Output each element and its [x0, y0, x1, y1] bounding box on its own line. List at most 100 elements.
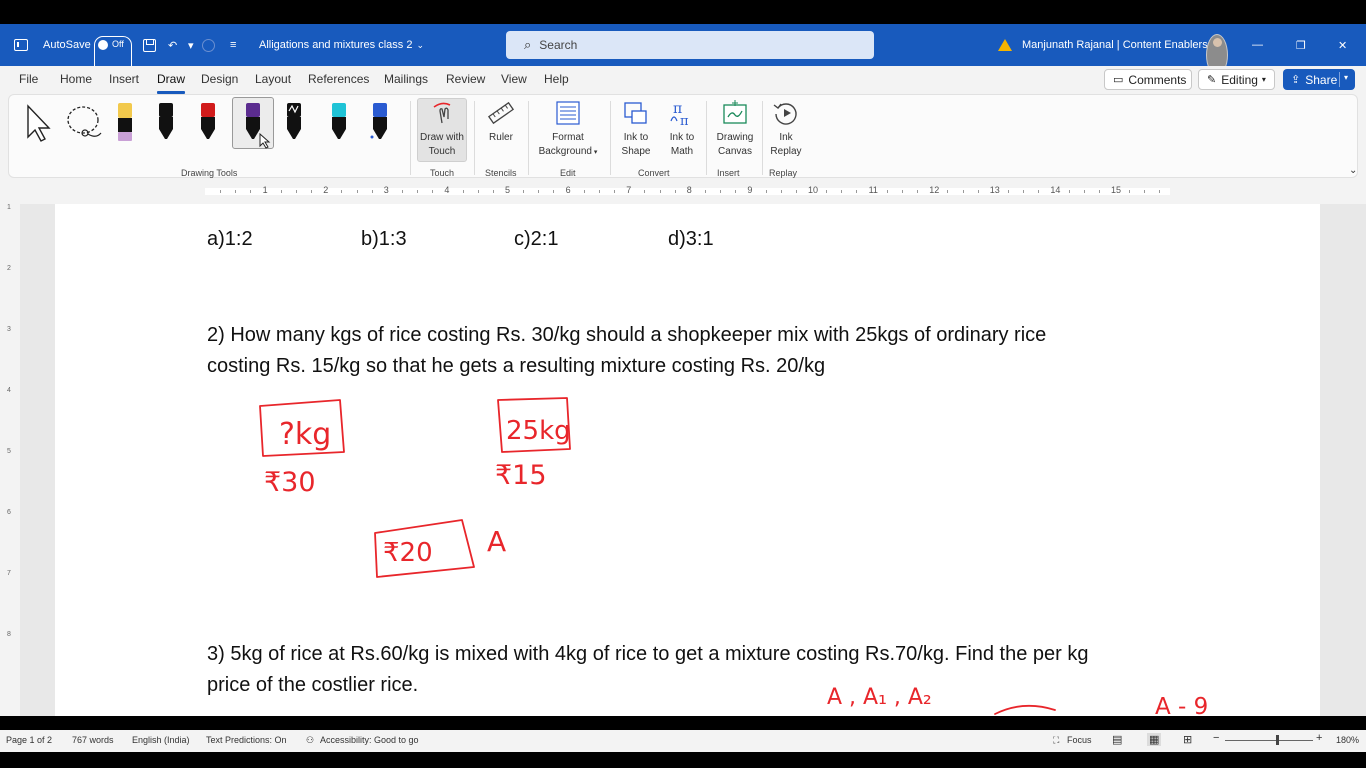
search-box[interactable]: ⌕ Search: [506, 31, 874, 59]
document-title[interactable]: Alligations and mixtures class 2 ⌄: [259, 24, 424, 66]
restore-icon[interactable]: ❐: [1296, 24, 1306, 66]
pen-black-icon[interactable]: [155, 101, 177, 143]
save-icon[interactable]: [143, 24, 159, 66]
ruler-tick: [1159, 190, 1161, 193]
ribbon: Drawing Tools Draw with Touch Touch Rule…: [0, 94, 1366, 180]
ruler-tick: [659, 190, 661, 193]
ink-replay-label-1: Ink: [779, 132, 793, 143]
undo-dropdown-icon[interactable]: ▾: [188, 24, 194, 66]
warning-icon[interactable]: [998, 24, 1014, 66]
ruler-tick: [553, 190, 555, 193]
ruler-tick: [583, 190, 585, 193]
tab-file[interactable]: File: [19, 72, 38, 86]
lasso-select-icon[interactable]: [63, 103, 103, 143]
tab-references[interactable]: References: [308, 72, 369, 86]
ink-replay-label-2: Replay: [770, 146, 802, 157]
tab-view[interactable]: View: [501, 72, 527, 86]
chevron-down-icon[interactable]: ▾: [1344, 73, 1348, 82]
ruler-tick: [720, 190, 722, 193]
tab-layout[interactable]: Layout: [255, 72, 291, 86]
tab-help[interactable]: Help: [544, 72, 569, 86]
pen-cyan-icon[interactable]: [325, 101, 353, 143]
ruler-tick: [780, 190, 782, 193]
ink-replay-button[interactable]: Ink Replay: [766, 99, 806, 159]
ruler-button[interactable]: Ruler: [481, 99, 521, 145]
text-predictions[interactable]: Text Predictions: On: [206, 735, 287, 745]
minimize-icon[interactable]: —: [1252, 24, 1263, 66]
ink-25kg: 25kg: [506, 416, 571, 446]
ink-to-shape-label-2: Shape: [621, 146, 651, 157]
ink-letter-a: A: [487, 525, 506, 558]
ruler-tick: [977, 190, 979, 193]
language[interactable]: English (India): [132, 735, 190, 745]
zoom-out-icon[interactable]: −: [1213, 732, 1219, 744]
zoom-in-icon[interactable]: +: [1316, 732, 1322, 744]
tab-review[interactable]: Review: [446, 72, 485, 86]
user-name[interactable]: Manjunath Rajanal | Content Enablers: [1022, 24, 1208, 66]
ruler-number: 12: [929, 185, 940, 195]
pen-squiggle-icon[interactable]: [283, 101, 305, 143]
ink-to-math-icon: π π: [670, 101, 689, 127]
ruler-number: 11: [868, 185, 878, 195]
pen-red-icon[interactable]: [197, 101, 219, 143]
tab-insert[interactable]: Insert: [109, 72, 139, 86]
document-page[interactable]: a)1:2 b)1:3 c)2:1 d)3:1 2) How many kgs …: [55, 204, 1320, 716]
tab-draw[interactable]: Draw: [157, 72, 186, 94]
ink-to-math-button[interactable]: π π Ink to Math: [660, 99, 704, 159]
ink-to-shape-button[interactable]: Ink to Shape: [616, 99, 656, 159]
drawing-canvas-button[interactable]: Drawing Canvas: [710, 99, 760, 159]
accessibility-status[interactable]: Accessibility: Good to go: [320, 735, 419, 745]
group-convert: Convert: [638, 168, 670, 178]
focus-mode[interactable]: Focus: [1067, 735, 1092, 745]
web-layout-icon[interactable]: ⊞: [1183, 733, 1192, 746]
draw-with-touch-label-1: Draw with: [420, 132, 464, 143]
document-canvas[interactable]: a)1:2 b)1:3 c)2:1 d)3:1 2) How many kgs …: [20, 204, 1366, 716]
zoom-thumb[interactable]: [1276, 735, 1279, 745]
draw-with-touch-button[interactable]: Draw with Touch: [417, 98, 467, 162]
search-placeholder: Search: [539, 38, 578, 52]
zoom-level[interactable]: 180%: [1336, 735, 1359, 745]
ruler-tick: [220, 190, 222, 193]
group-touch: Touch: [430, 168, 455, 178]
ink-layer[interactable]: ?kg ₹30 25kg ₹15 ₹20 A A , A₁ , A₂ A - 9: [55, 204, 1320, 716]
vertical-ruler[interactable]: 1 2 3 4 5 6 7 8: [0, 204, 20, 716]
draw-with-touch-label-2: Touch: [428, 146, 456, 157]
redo-icon[interactable]: [202, 24, 218, 66]
pen-blue-galaxy-icon[interactable]: [367, 101, 393, 143]
ink-to-math-label-1: Ink to: [669, 132, 695, 143]
comments-button[interactable]: ▭ Comments: [1104, 69, 1192, 90]
ruler-tick: [1068, 190, 1070, 193]
ruler-number: 3: [383, 185, 389, 195]
format-background-button[interactable]: Format Background ▾: [533, 99, 603, 160]
read-mode-icon[interactable]: ▤: [1112, 733, 1122, 746]
highlighter-icon[interactable]: [113, 101, 137, 143]
autosave-label: AutoSave: [43, 39, 91, 51]
ruler-tick: [704, 190, 706, 193]
tab-design[interactable]: Design: [201, 72, 238, 86]
close-icon[interactable]: ✕: [1338, 24, 1347, 66]
editing-label: Editing: [1221, 72, 1258, 87]
tab-mailings[interactable]: Mailings: [384, 72, 428, 86]
print-layout-icon[interactable]: ▦: [1147, 733, 1162, 746]
ruler-tick: [1144, 190, 1146, 193]
ruler-number: 6: [565, 185, 571, 195]
ruler-tick: [886, 190, 888, 193]
page-count[interactable]: Page 1 of 2: [6, 735, 52, 745]
ruler-tick: [795, 190, 797, 193]
group-insert: Insert: [717, 168, 740, 178]
editing-button[interactable]: ✎ Editing ▾: [1198, 69, 1275, 90]
word-count[interactable]: 767 words: [72, 735, 114, 745]
ruler-tick: [356, 190, 358, 193]
drawing-canvas-icon: [723, 100, 747, 124]
share-button[interactable]: ⇪ Share ▾: [1283, 69, 1355, 90]
customize-toolbar-icon[interactable]: ≡: [230, 24, 236, 66]
select-arrow-icon[interactable]: [23, 103, 53, 143]
horizontal-ruler[interactable]: 1 2 3 4 5 6 7 8 9 10 11 12 13 14 15: [0, 180, 1366, 204]
tab-home[interactable]: Home: [60, 72, 92, 86]
collapse-ribbon-icon[interactable]: ⌄: [1349, 165, 1357, 176]
zoom-slider[interactable]: [1225, 740, 1313, 741]
undo-icon[interactable]: ↶: [168, 24, 177, 66]
draw-ribbon-panel: Drawing Tools Draw with Touch Touch Rule…: [8, 94, 1358, 178]
ruler-tick: [235, 190, 237, 193]
autosave-state: Off: [112, 39, 124, 49]
